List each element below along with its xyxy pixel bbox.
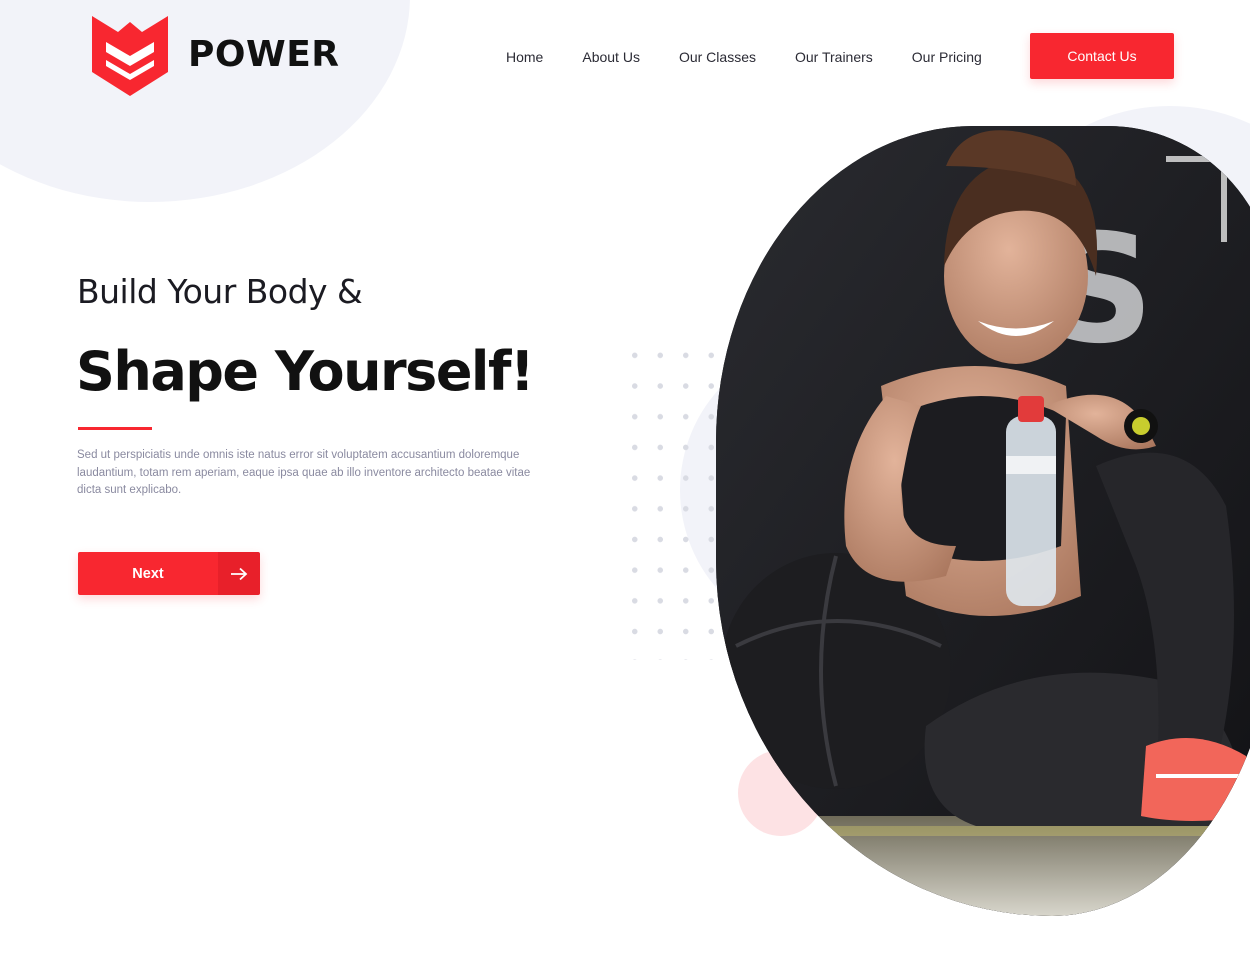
next-button[interactable]: Next <box>78 552 260 595</box>
hero-subtitle: Build Your Body & <box>77 272 363 311</box>
nav-item-about-us[interactable]: About Us <box>582 49 640 65</box>
brand-name: POWER <box>188 33 340 75</box>
shield-logo-icon <box>88 10 172 98</box>
contact-us-button[interactable]: Contact Us <box>1030 33 1174 79</box>
hero-description: Sed ut perspiciatis unde omnis iste natu… <box>77 449 531 496</box>
landing-page: POWER Home About Us Our Classes Our Trai… <box>0 0 1250 977</box>
nav-item-our-classes[interactable]: Our Classes <box>679 49 756 65</box>
hero-divider <box>78 427 152 430</box>
next-button-label: Next <box>78 552 218 595</box>
nav-item-home[interactable]: Home <box>506 49 543 65</box>
hero-title: Shape Yourself! <box>76 340 535 403</box>
nav-item-our-trainers[interactable]: Our Trainers <box>795 49 873 65</box>
main-nav: Home About Us Our Classes Our Trainers O… <box>500 34 1021 79</box>
brand-logo[interactable]: POWER <box>88 10 340 98</box>
nav-item-our-pricing[interactable]: Our Pricing <box>912 49 982 65</box>
arrow-right-icon <box>218 552 260 595</box>
